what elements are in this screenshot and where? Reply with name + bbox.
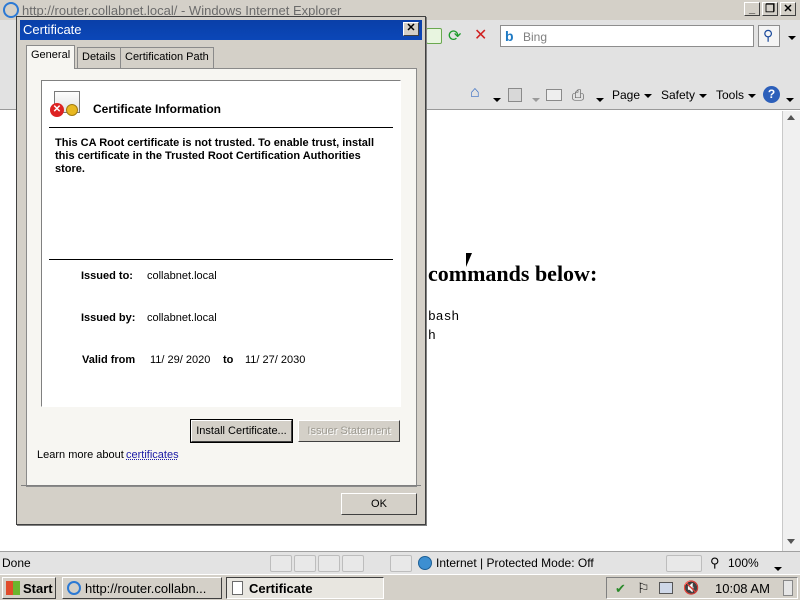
maximize-button[interactable]: ❐	[762, 2, 778, 16]
zoom-dropdown-icon[interactable]	[770, 561, 782, 575]
tab-general[interactable]: General	[26, 45, 76, 69]
info-heading: Certificate Information	[93, 102, 222, 116]
certificate-info-box: ✕ Certificate Information This CA Root c…	[41, 80, 401, 407]
minimize-button[interactable]: _	[744, 2, 760, 16]
tab-certification-path[interactable]: Certification Path	[120, 47, 214, 68]
print-icon[interactable]: ⎙	[572, 87, 584, 104]
certificates-link[interactable]: certificates	[126, 449, 179, 461]
taskbar-item-certificate[interactable]: Certificate	[226, 577, 384, 599]
issued-by-value: collabnet.local	[147, 312, 217, 324]
network-icon[interactable]	[659, 582, 673, 594]
issued-by-label: Issued by:	[81, 312, 136, 324]
taskbar-item-label: Certificate	[249, 581, 313, 596]
ribbon-seal-icon	[66, 104, 78, 116]
security-zone[interactable]: Internet | Protected Mode: Off	[436, 556, 594, 570]
dialog-title: Certificate	[23, 22, 82, 37]
print-dropdown-icon[interactable]	[592, 92, 604, 106]
install-certificate-button[interactable]: Install Certificate...	[190, 419, 293, 443]
trust-warning-text: This CA Root certificate is not trusted.…	[55, 137, 375, 175]
search-placeholder: Bing	[523, 30, 548, 44]
status-pane	[270, 555, 292, 572]
status-text: Done	[2, 556, 31, 570]
code-line: bash	[428, 309, 460, 324]
certificate-dialog: Certificate ✕ General Details Certificat…	[16, 16, 426, 525]
vertical-scrollbar[interactable]	[782, 111, 800, 551]
volume-muted-icon[interactable]: 🔇	[683, 580, 699, 596]
tab-details[interactable]: Details	[77, 47, 121, 68]
ok-button[interactable]: OK	[341, 493, 417, 515]
security-shield-icon[interactable]: ✔	[615, 581, 626, 597]
certificate-warning-icon: ✕	[50, 91, 80, 119]
valid-from-value: 11/ 29/ 2020	[150, 354, 211, 366]
mouse-cursor-icon	[466, 253, 472, 267]
status-bar: Done Internet | Protected Mode: Off ⚲ 10…	[0, 551, 800, 574]
taskbar-item-ie[interactable]: http://router.collabn...	[62, 577, 222, 599]
clock[interactable]: 10:08 AM	[715, 581, 770, 596]
status-pane	[342, 555, 364, 572]
status-pane	[318, 555, 340, 572]
flag-icon[interactable]: ⚐	[637, 580, 650, 597]
scroll-down-icon[interactable]	[787, 539, 795, 544]
magnifier-icon: ⚲	[763, 27, 774, 43]
dialog-button-strip-divider	[21, 485, 421, 486]
status-pane	[294, 555, 316, 572]
page-menu[interactable]: Page	[612, 88, 653, 102]
home-icon[interactable]: ⌂	[470, 84, 480, 102]
system-tray: ✔ ⚐ 🔇 10:08 AM	[606, 577, 798, 599]
dialog-close-button[interactable]: ✕	[403, 22, 419, 36]
taskbar: Start http://router.collabn... Certifica…	[0, 574, 800, 600]
feeds-icon[interactable]	[508, 88, 522, 102]
refresh-icon[interactable]: ⟳	[448, 26, 461, 46]
safety-menu[interactable]: Safety	[661, 88, 708, 102]
stop-icon[interactable]: ✕	[474, 25, 487, 45]
scroll-up-icon[interactable]	[787, 115, 795, 120]
divider	[49, 259, 393, 260]
page-menu-label: Page	[612, 88, 641, 102]
ie-logo-icon	[67, 581, 81, 595]
close-button[interactable]: ✕	[780, 2, 796, 16]
home-dropdown-icon[interactable]	[489, 92, 501, 106]
zoom-level[interactable]: 100%	[728, 556, 759, 570]
issuer-statement-button: Issuer Statement	[298, 420, 400, 442]
valid-from-label: Valid from	[82, 354, 136, 366]
divider	[49, 127, 393, 128]
start-button[interactable]: Start	[2, 577, 56, 599]
valid-to-value: 11/ 27/ 2030	[245, 354, 306, 366]
error-badge-icon: ✕	[50, 103, 64, 117]
popup-blocker-status[interactable]	[666, 555, 702, 572]
status-pane	[390, 555, 412, 572]
mail-icon[interactable]	[546, 89, 562, 101]
tools-menu[interactable]: Tools	[716, 88, 757, 102]
page-heading: commands below:	[428, 261, 598, 286]
search-button[interactable]: ⚲	[758, 25, 780, 47]
show-desktop-icon[interactable]	[783, 580, 793, 596]
help-dropdown-icon[interactable]	[782, 92, 794, 106]
feeds-dropdown-icon[interactable]	[528, 92, 540, 106]
issued-to-label: Issued to:	[81, 270, 133, 282]
safety-menu-label: Safety	[661, 88, 696, 102]
zoom-icon: ⚲	[710, 555, 720, 570]
search-options-icon[interactable]	[784, 30, 796, 44]
start-label: Start	[23, 581, 53, 596]
document-icon	[232, 581, 243, 595]
help-icon[interactable]: ?	[763, 86, 780, 103]
code-line: h	[428, 328, 436, 343]
tools-menu-label: Tools	[716, 88, 745, 102]
compatibility-view-icon[interactable]	[426, 28, 442, 44]
learn-more-text: Learn more about	[37, 449, 124, 461]
issued-to-value: collabnet.local	[147, 270, 217, 282]
bing-icon: b	[505, 28, 514, 44]
search-box[interactable]: b Bing	[500, 25, 754, 47]
globe-icon	[418, 556, 432, 570]
dialog-title-bar[interactable]: Certificate ✕	[20, 20, 422, 40]
windows-logo-icon	[6, 581, 20, 595]
valid-to-label: to	[223, 354, 234, 366]
taskbar-item-label: http://router.collabn...	[85, 581, 207, 596]
